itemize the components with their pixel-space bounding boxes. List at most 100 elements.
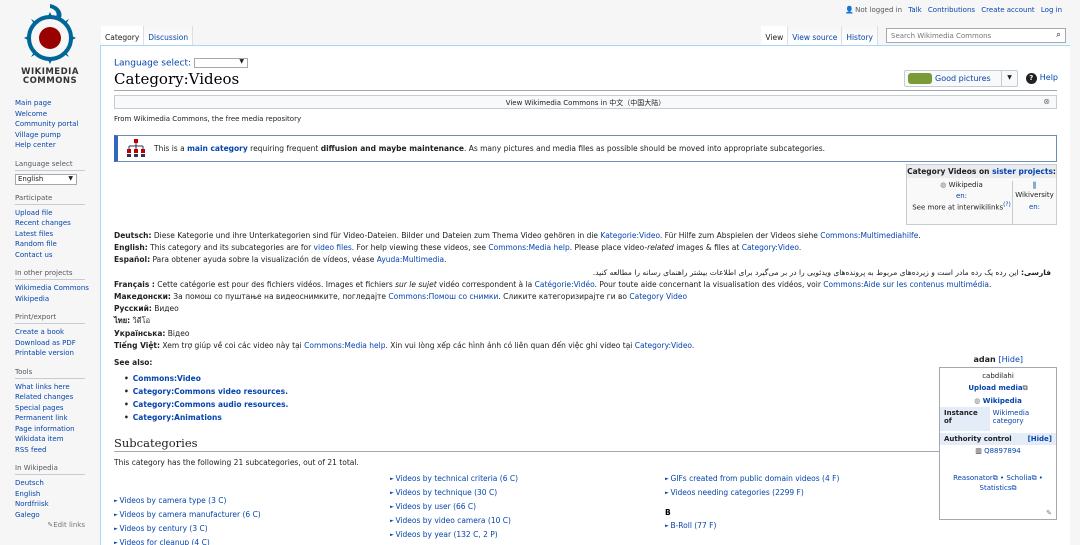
sister-wikiversity-en-link[interactable]: en:	[1013, 203, 1056, 211]
search-input[interactable]: Search Wikimedia Commons ⌕	[886, 28, 1066, 43]
desc-fr-link-video[interactable]: Catégorie:Vidéo	[535, 280, 595, 289]
language-select-dropdown[interactable]: ▼	[193, 58, 248, 68]
sidebar-item-upload-file[interactable]: Upload file	[15, 208, 100, 219]
sidebar-item-latest-files[interactable]: Latest files	[15, 229, 100, 240]
sidebar-item-welcome[interactable]: Welcome	[15, 109, 100, 120]
tab-view-source[interactable]: View source	[788, 26, 843, 45]
sidebar-item-create-book[interactable]: Create a book	[15, 327, 100, 338]
chevron-down-icon[interactable]: ▼	[1001, 71, 1017, 86]
instance-of-value[interactable]: Wikimedia category	[990, 407, 1056, 431]
sidebar-item-wikipedia[interactable]: Wikipedia	[15, 294, 100, 305]
see-also-item[interactable]: Category:Commons video resources.	[124, 385, 288, 398]
desc-fa-text: این رده یک رده مادر است و زیرده‌های مربو…	[592, 267, 1021, 277]
desc-vi-link-help[interactable]: Commons:Media help	[304, 341, 385, 350]
desc-vi-text2: . Xin vui lòng xếp các hình ảnh có liên …	[385, 340, 635, 350]
subcategory-link[interactable]: Videos by camera manufacturer (6 C)	[114, 508, 260, 522]
sidebar-item-village-pump[interactable]: Village pump	[15, 130, 100, 141]
contributions-link[interactable]: Contributions	[928, 6, 975, 14]
user-icon: 👤	[845, 6, 855, 14]
wikidata-infobox-name: adan	[973, 355, 996, 364]
authority-hide-button[interactable]: [Hide]	[1028, 435, 1052, 443]
commons-logo-icon	[24, 4, 76, 64]
see-also-item[interactable]: Category:Animations	[124, 411, 288, 424]
see-also-item[interactable]: Category:Commons audio resources.	[124, 398, 289, 411]
sidebar-item-rss-feed[interactable]: RSS feed	[15, 445, 100, 456]
desc-de-link-video[interactable]: Kategorie:Video	[600, 231, 659, 240]
reasonator-link[interactable]: Reasonator	[953, 474, 993, 482]
sidebar-item-what-links-here[interactable]: What links here	[15, 382, 100, 393]
subcategory-link[interactable]: Videos by video camera (10 C)	[390, 514, 518, 528]
subcategory-link[interactable]: Videos for cleanup (4 C)	[114, 536, 261, 545]
sidebar-item-special-pages[interactable]: Special pages	[15, 403, 100, 414]
desc-fr-link-help[interactable]: Commons:Aide sur les contenus multimédia	[823, 280, 989, 289]
desc-es-text2: .	[444, 255, 447, 265]
sidebar-item-lang-english[interactable]: English	[15, 489, 100, 500]
subcategory-link[interactable]: Videos needing categories (2299 F)	[665, 486, 839, 500]
sidebar-item-lang-galego[interactable]: Galego	[15, 510, 100, 521]
sidebar-item-wikidata-item[interactable]: Wikidata item	[15, 434, 100, 445]
sidebar-navigation: Main page Welcome Community portal Villa…	[15, 98, 100, 151]
qid-link[interactable]: Q8897894	[984, 447, 1021, 455]
pencil-icon[interactable]: ✎	[1046, 509, 1052, 517]
sidebar-item-page-information[interactable]: Page information	[15, 424, 100, 435]
tab-view[interactable]: View	[761, 26, 789, 45]
wikimedia-commons-logo[interactable]: WIKIMEDIA COMMONS	[14, 2, 86, 88]
desc-de-link-help[interactable]: Commons:Multimediahilfe	[820, 231, 918, 240]
desc-vi-link-category[interactable]: Category:Video	[635, 341, 692, 350]
desc-en-link-media-help[interactable]: Commons:Media help	[488, 243, 569, 252]
search-icon[interactable]: ⌕	[1056, 30, 1061, 40]
subcategory-link[interactable]: Videos by century (3 C)	[114, 522, 261, 536]
sidebar-item-related-changes[interactable]: Related changes	[15, 392, 100, 403]
login-link[interactable]: Log in	[1041, 6, 1062, 14]
help-link[interactable]: ? Help	[1025, 73, 1058, 84]
sidebar-item-community-portal[interactable]: Community portal	[15, 119, 100, 130]
subcategory-link[interactable]: GIFs created from public domain videos (…	[665, 472, 839, 486]
sidebar-item-permanent-link[interactable]: Permanent link	[15, 413, 100, 424]
desc-de-label: Deutsch:	[114, 231, 152, 240]
sidebar-item-wikimedia-commons[interactable]: Wikimedia Commons	[15, 283, 100, 294]
sidebar-item-printable-version[interactable]: Printable version	[15, 348, 100, 359]
sidebar-item-main-page[interactable]: Main page	[15, 98, 100, 109]
edit-links-button[interactable]: ✎Edit links	[15, 520, 100, 531]
sidebar-item-help-center[interactable]: Help center	[15, 140, 100, 151]
subcategory-link[interactable]: Videos by technical criteria (6 C)	[390, 472, 518, 486]
sidebar-item-random-file[interactable]: Random file	[15, 239, 100, 250]
talk-link[interactable]: Talk	[908, 6, 921, 14]
wikidata-hide-button[interactable]: [Hide]	[999, 355, 1023, 364]
scholia-link[interactable]: Scholia	[1006, 474, 1031, 482]
create-account-link[interactable]: Create account	[981, 6, 1034, 14]
main-category-link[interactable]: main category	[187, 144, 248, 153]
sidebar-item-download-pdf[interactable]: Download as PDF	[15, 338, 100, 349]
sister-projects-link[interactable]: sister projects	[992, 167, 1053, 176]
wikipedia-globe-icon: ◍	[974, 397, 981, 405]
desc-en-link-category-video[interactable]: Category:Video	[742, 243, 799, 252]
subcategory-link[interactable]: Videos by year (132 C, 2 P)	[390, 528, 518, 542]
subcategory-link[interactable]: Videos by camera type (3 C)	[114, 494, 261, 508]
upload-media-link[interactable]: Upload media⧉	[940, 382, 1056, 395]
view-in-chinese-banner[interactable]: View Wikimedia Commons in 中文（中国大陆） ⊗	[114, 95, 1057, 109]
desc-mk-link-help[interactable]: Commons:Помош со снимки	[388, 292, 498, 301]
sidebar-item-contact-us[interactable]: Contact us	[15, 250, 100, 261]
see-more-help-link[interactable]: (?)	[1003, 202, 1011, 208]
desc-en-link-video-files[interactable]: video files	[314, 243, 352, 252]
good-pictures-button[interactable]: Good pictures ▼	[904, 70, 1018, 87]
desc-es-link[interactable]: Ayuda:Multimedia	[377, 255, 444, 264]
sidebar-item-lang-deutsch[interactable]: Deutsch	[15, 478, 100, 489]
sister-wikipedia-en-link[interactable]: en:	[909, 192, 1014, 200]
subcategory-link[interactable]: Videos by user (66 C)	[390, 500, 518, 514]
close-icon[interactable]: ⊗	[1043, 97, 1050, 106]
tab-category[interactable]: Category	[101, 26, 145, 45]
subcategory-link[interactable]: B-Roll (77 F)	[665, 519, 839, 533]
sidebar-item-lang-nordfriisk[interactable]: Nordfriisk	[15, 499, 100, 510]
see-also-item[interactable]: Commons:Video	[124, 372, 288, 385]
sidebar-item-recent-changes[interactable]: Recent changes	[15, 218, 100, 229]
statistics-link[interactable]: Statistics	[980, 484, 1012, 492]
wikipedia-link[interactable]: ◍ Wikipedia	[940, 395, 1056, 407]
desc-mk-link-category[interactable]: Category Video	[629, 292, 687, 301]
tab-history[interactable]: History	[842, 26, 878, 45]
external-link-icon: ⧉	[1022, 384, 1028, 392]
subcategory-link[interactable]: Videos by technique (30 C)	[390, 486, 518, 500]
wikidata-infobox-title: adan [Hide]	[974, 355, 1024, 364]
tab-discussion[interactable]: Discussion	[144, 26, 194, 45]
sidebar-language-dropdown[interactable]: English ▼	[15, 173, 77, 185]
